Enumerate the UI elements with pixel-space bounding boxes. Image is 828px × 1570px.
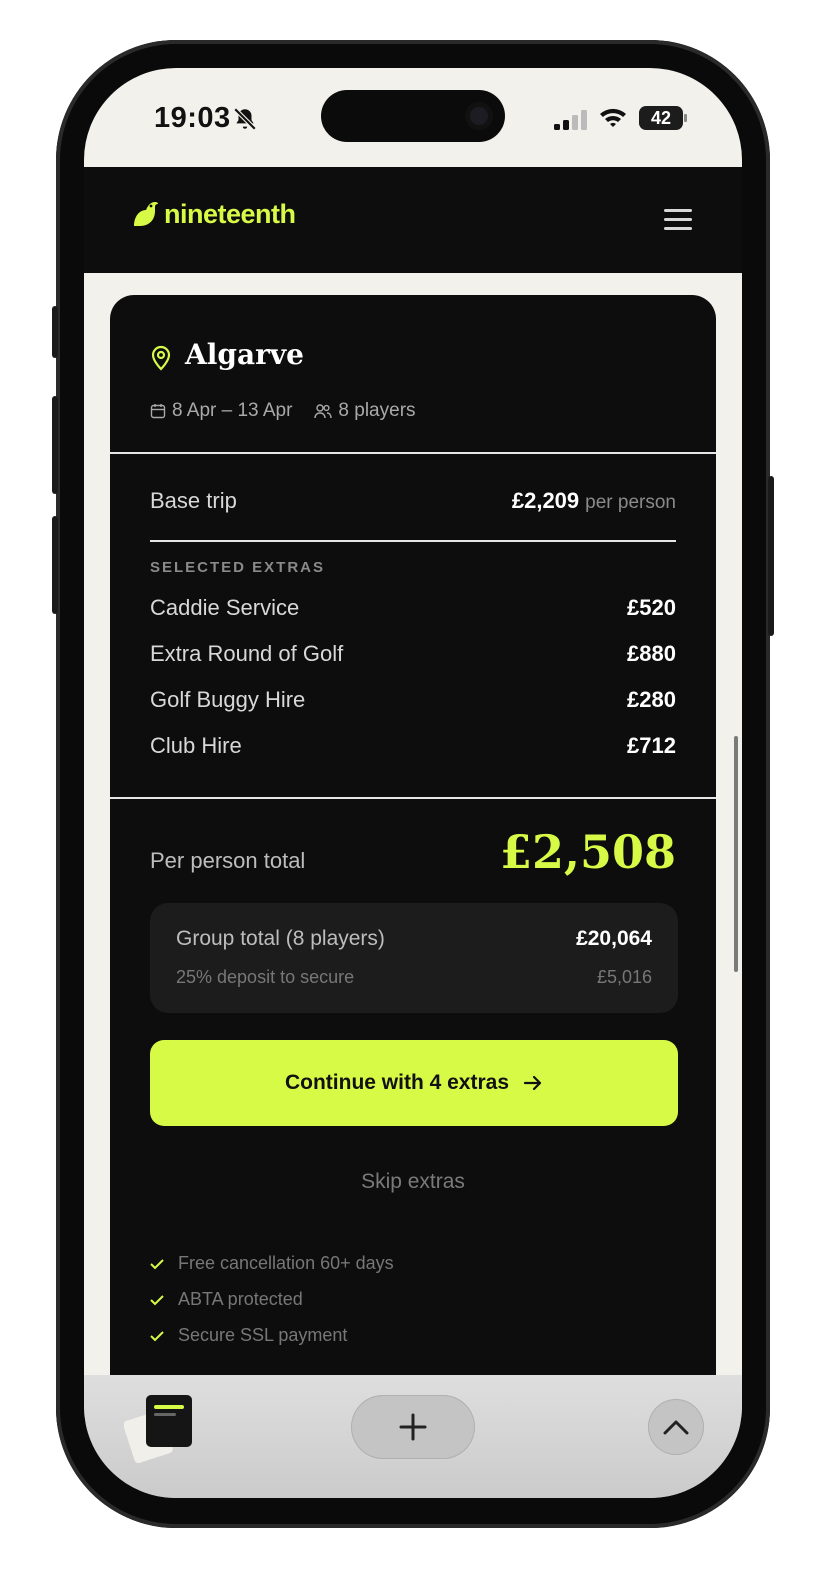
- plus-icon: [399, 1413, 427, 1441]
- assurance-text: Secure SSL payment: [178, 1325, 348, 1345]
- group-total-value: £20,064: [576, 927, 652, 950]
- battery-tip: [684, 114, 687, 122]
- per-person-total-value: £2,508: [499, 825, 676, 879]
- battery-icon: 42: [639, 106, 683, 130]
- brand-name: nineteenth: [164, 199, 296, 229]
- arrow-right-icon: [523, 1075, 542, 1091]
- divider: [110, 452, 716, 454]
- new-tab-button[interactable]: [351, 1395, 475, 1459]
- expand-toolbar-button[interactable]: [648, 1399, 704, 1455]
- location-pin-icon: [151, 345, 171, 371]
- status-bar: 19:03 42: [84, 68, 742, 168]
- site-header: nineteenth: [84, 167, 742, 273]
- skip-extras-link[interactable]: Skip extras: [110, 1170, 716, 1194]
- deposit-label: 25% deposit to secure: [176, 967, 355, 987]
- chevron-up-icon: [663, 1420, 689, 1435]
- browser-toolbar: [84, 1375, 742, 1498]
- power-button: [768, 476, 774, 636]
- extra-value: £520: [627, 595, 676, 620]
- trip-meta: 8 Apr – 13 Apr 8 players: [150, 400, 416, 422]
- deposit-value: £5,016: [596, 967, 652, 987]
- divider: [110, 797, 716, 799]
- continue-button[interactable]: Continue with 4 extras: [150, 1040, 678, 1126]
- selected-extras-heading: SELECTED EXTRAS: [150, 559, 326, 576]
- extra-label: Extra Round of Golf: [150, 641, 344, 666]
- extra-row: Golf Buggy Hire £280: [150, 687, 676, 713]
- volume-up-button: [52, 396, 58, 494]
- camera-icon: [465, 102, 493, 130]
- wifi-icon: [600, 108, 626, 127]
- extra-label: Caddie Service: [150, 595, 300, 620]
- volume-down-button: [52, 516, 58, 614]
- cellular-signal-icon: [554, 110, 587, 130]
- users-icon: [314, 404, 333, 419]
- assurance-text: ABTA protected: [178, 1289, 303, 1309]
- dynamic-island: [321, 90, 505, 142]
- base-trip-row: Base trip £2,209 per person: [150, 488, 676, 514]
- hamburger-menu-icon[interactable]: [664, 209, 692, 233]
- brand-logo[interactable]: nineteenth: [130, 199, 296, 230]
- trip-dates: 8 Apr – 13 Apr: [172, 400, 293, 421]
- per-person-suffix: per person: [585, 492, 676, 513]
- extra-label: Golf Buggy Hire: [150, 687, 306, 712]
- assurance-item: Secure SSL payment: [150, 1325, 347, 1346]
- extra-row: Extra Round of Golf £880: [150, 641, 676, 667]
- extra-row: Caddie Service £520: [150, 595, 676, 621]
- assurance-item: ABTA protected: [150, 1289, 303, 1310]
- assurance-item: Free cancellation 60+ days: [150, 1253, 394, 1274]
- action-button: [52, 306, 58, 358]
- bird-logo-icon: [134, 201, 158, 226]
- base-trip-label: Base trip: [150, 488, 237, 513]
- divider: [150, 540, 676, 542]
- check-icon: [150, 1294, 164, 1305]
- check-icon: [150, 1258, 164, 1269]
- continue-button-label: Continue with 4 extras: [284, 1071, 510, 1094]
- extra-value: £712: [627, 733, 676, 758]
- status-time: 19:03: [154, 102, 231, 134]
- calendar-icon: [150, 404, 166, 419]
- extra-row: Club Hire £712: [150, 733, 676, 759]
- phone-screen: 19:03 42 nineteenth Algarve 8 Apr – 13 A…: [84, 68, 742, 1498]
- extra-value: £280: [627, 687, 676, 712]
- trip-players: 8 players: [338, 400, 416, 421]
- assurance-text: Free cancellation 60+ days: [178, 1253, 394, 1273]
- destination-title: Algarve: [185, 338, 304, 371]
- trip-summary-card: Algarve 8 Apr – 13 Apr 8 players Base tr…: [110, 295, 716, 1435]
- base-trip-value: £2,209: [511, 488, 580, 513]
- tabs-thumbnail-icon[interactable]: [124, 1393, 196, 1463]
- base-trip-price: £2,209 per person: [512, 488, 676, 514]
- per-person-total-row: Per person total £2,508: [150, 825, 676, 879]
- group-total-box: Group total (8 players) £20,064 25% depo…: [150, 903, 678, 1013]
- group-total-row: Group total (8 players) £20,064: [176, 927, 652, 951]
- extra-value: £880: [627, 641, 676, 666]
- extra-label: Club Hire: [150, 733, 242, 758]
- group-total-label: Group total (8 players): [176, 927, 385, 950]
- check-icon: [150, 1330, 164, 1341]
- bell-muted-icon: [233, 107, 257, 131]
- scroll-indicator[interactable]: [734, 736, 738, 972]
- per-person-total-label: Per person total: [150, 848, 306, 873]
- deposit-row: 25% deposit to secure £5,016: [176, 967, 652, 988]
